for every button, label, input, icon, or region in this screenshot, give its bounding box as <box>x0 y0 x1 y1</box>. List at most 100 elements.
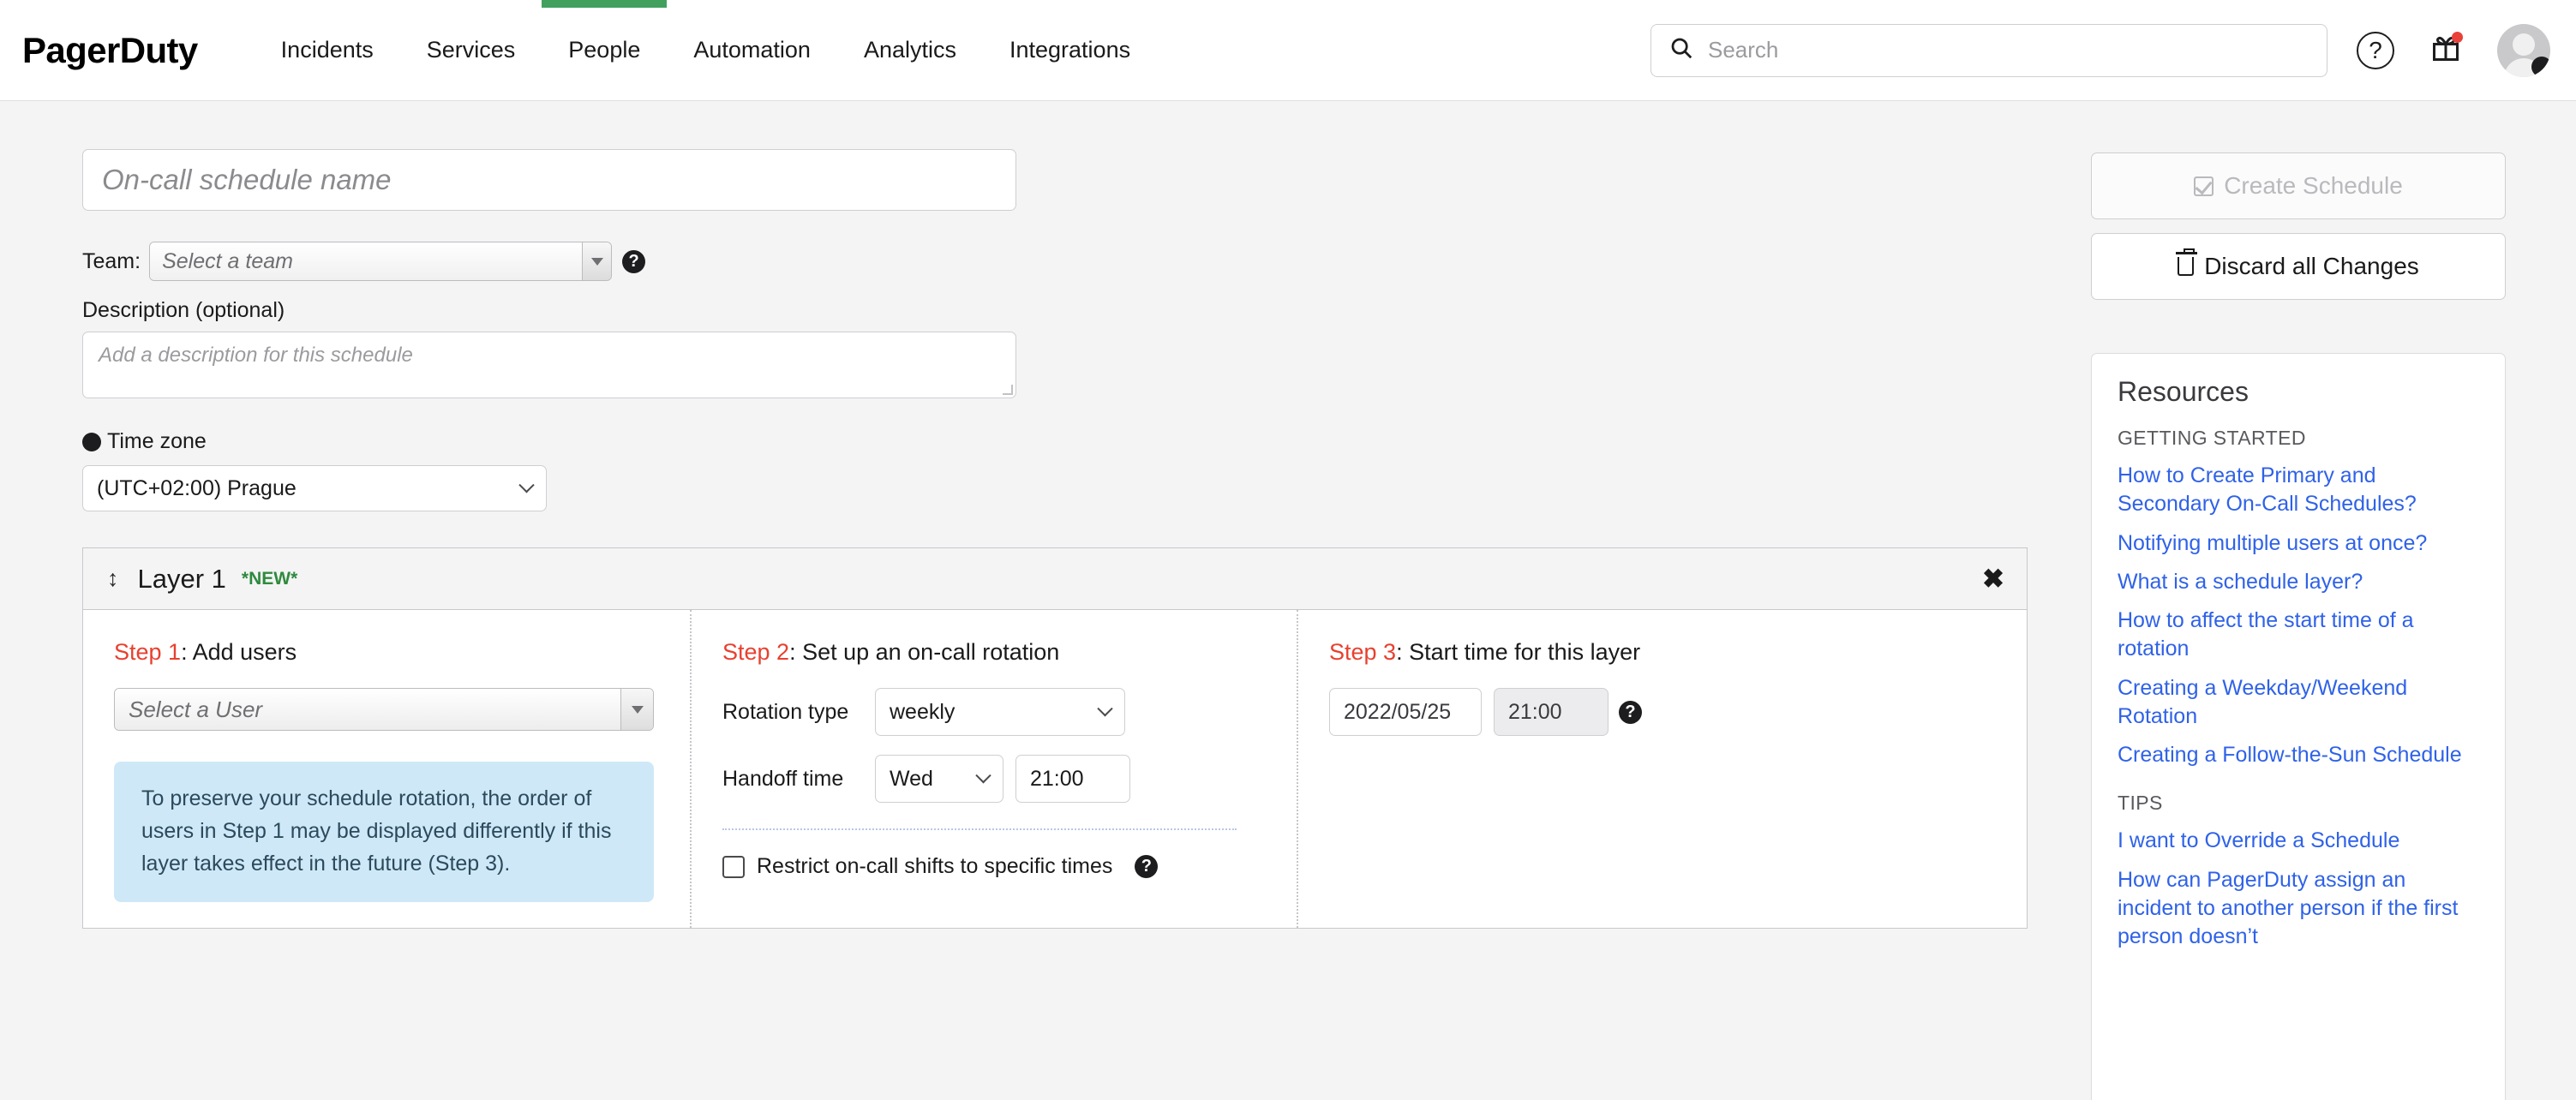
step-2-number: Step 2 <box>722 639 789 665</box>
create-schedule-label: Create Schedule <box>2224 172 2403 200</box>
user-select-value: Select a User <box>115 689 620 730</box>
help-button[interactable]: ? <box>2353 28 2398 73</box>
main-nav: Incidents Services People Automation Ana… <box>255 0 1157 101</box>
restrict-shifts-help-icon[interactable]: ? <box>1135 855 1158 878</box>
header-actions: Search ? <box>1650 24 2550 77</box>
nav-label: Automation <box>693 37 811 63</box>
pagerduty-logo[interactable]: PagerDuty <box>22 30 198 71</box>
notification-badge <box>2452 32 2463 43</box>
tip-link[interactable]: How can PagerDuty assign an incident to … <box>2118 866 2479 952</box>
handoff-day-select[interactable]: Wed <box>875 755 1003 803</box>
chevron-down-icon <box>518 477 534 493</box>
description-textarea[interactable]: Add a description for this schedule <box>82 332 1016 398</box>
nav-item-automation[interactable]: Automation <box>667 0 837 101</box>
layer-title: Layer 1 <box>138 564 226 595</box>
gift-button[interactable] <box>2423 28 2468 73</box>
nav-label: Services <box>427 37 516 63</box>
drag-handle-icon[interactable]: ↕ <box>107 567 119 590</box>
layer-header: ↕ Layer 1 *NEW* ✖ <box>83 548 2027 610</box>
step-1-title: Step 1: Add users <box>114 639 659 666</box>
search-input[interactable]: Search <box>1650 24 2327 77</box>
start-time-row: 2022/05/25 21:00 ? <box>1329 688 1996 736</box>
nav-item-people[interactable]: People <box>542 0 667 101</box>
search-placeholder: Search <box>1708 37 1778 63</box>
schedule-name-input[interactable]: On-call schedule name <box>82 149 1016 211</box>
layer-new-badge: *NEW* <box>242 569 297 589</box>
team-select[interactable]: Select a team <box>149 242 612 281</box>
avatar-status-dot <box>2531 57 2550 77</box>
search-icon <box>1668 35 1694 65</box>
rotation-type-row: Rotation type weekly <box>722 688 1266 736</box>
resource-link[interactable]: Creating a Follow-the-Sun Schedule <box>2118 741 2479 769</box>
step-2-column: Step 2: Set up an on-call rotation Rotat… <box>690 610 1297 928</box>
handoff-time-value: 21:00 <box>1030 767 1084 792</box>
trash-icon <box>2178 257 2194 276</box>
step-3-text: : Start time for this layer <box>1396 639 1640 665</box>
resource-link[interactable]: Creating a Weekday/Weekend Rotation <box>2118 674 2479 732</box>
rotation-type-select[interactable]: weekly <box>875 688 1125 736</box>
create-schedule-button[interactable]: Create Schedule <box>2091 152 2506 219</box>
discard-changes-button[interactable]: Discard all Changes <box>2091 233 2506 300</box>
resources-panel: Resources GETTING STARTED How to Create … <box>2091 353 2506 1100</box>
restrict-shifts-label: Restrict on-call shifts to specific time… <box>757 854 1112 879</box>
nav-label: Incidents <box>281 37 374 63</box>
tip-link[interactable]: I want to Override a Schedule <box>2118 827 2479 855</box>
step-3-number: Step 3 <box>1329 639 1396 665</box>
avatar-head <box>2513 33 2535 56</box>
nav-item-analytics[interactable]: Analytics <box>837 0 983 101</box>
resource-link[interactable]: How to affect the start time of a rotati… <box>2118 607 2479 664</box>
tips-label: TIPS <box>2118 792 2479 815</box>
start-date-value: 2022/05/25 <box>1344 700 1451 725</box>
step-1-text: : Add users <box>181 639 297 665</box>
chevron-down-icon <box>582 242 611 280</box>
step-1-column: Step 1: Add users Select a User To prese… <box>83 610 690 928</box>
chevron-down-icon <box>620 689 653 730</box>
description-label: Description (optional) <box>82 298 2091 323</box>
team-help-icon[interactable]: ? <box>622 250 645 273</box>
timezone-label: Time zone <box>107 429 207 454</box>
step-3-column: Step 3: Start time for this layer 2022/0… <box>1297 610 2027 928</box>
globe-icon <box>82 433 101 451</box>
schedule-layer-card: ↕ Layer 1 *NEW* ✖ Step 1: Add users Sele… <box>82 547 2028 929</box>
chevron-down-icon <box>975 768 991 783</box>
close-icon[interactable]: ✖ <box>1982 565 2004 592</box>
avatar[interactable] <box>2497 24 2550 77</box>
handoff-time-input[interactable]: 21:00 <box>1015 755 1130 803</box>
handoff-day-value: Wed <box>890 767 933 792</box>
layer-body: Step 1: Add users Select a User To prese… <box>83 610 2027 928</box>
question-circle-icon: ? <box>2357 32 2394 69</box>
rotation-order-callout: To preserve your schedule rotation, the … <box>114 762 654 902</box>
timezone-select[interactable]: (UTC+02:00) Prague <box>82 465 547 511</box>
discard-changes-label: Discard all Changes <box>2204 253 2419 280</box>
restrict-shifts-row: Restrict on-call shifts to specific time… <box>722 854 1266 879</box>
team-label: Team: <box>82 249 141 274</box>
getting-started-label: GETTING STARTED <box>2118 427 2479 450</box>
restrict-shifts-checkbox[interactable] <box>722 856 745 878</box>
nav-item-services[interactable]: Services <box>400 0 542 101</box>
handoff-time-row: Handoff time Wed 21:00 <box>722 755 1266 803</box>
resize-handle[interactable] <box>1003 385 1013 395</box>
nav-item-incidents[interactable]: Incidents <box>255 0 400 101</box>
resource-link[interactable]: Notifying multiple users at once? <box>2118 529 2479 558</box>
chevron-down-icon <box>1097 701 1112 716</box>
user-select[interactable]: Select a User <box>114 688 654 731</box>
team-select-value: Select a team <box>150 242 582 280</box>
start-time-input[interactable]: 21:00 <box>1494 688 1609 736</box>
resource-link[interactable]: How to Create Primary and Secondary On-C… <box>2118 462 2479 519</box>
start-time-help-icon[interactable]: ? <box>1619 701 1642 724</box>
resource-link[interactable]: What is a schedule layer? <box>2118 568 2479 596</box>
description-placeholder: Add a description for this schedule <box>99 344 413 367</box>
divider <box>722 828 1237 830</box>
nav-label: People <box>568 37 640 63</box>
top-navigation-bar: PagerDuty Incidents Services People Auto… <box>0 0 2576 101</box>
nav-item-integrations[interactable]: Integrations <box>983 0 1157 101</box>
timezone-label-row: Time zone <box>82 429 2091 454</box>
timezone-value: (UTC+02:00) Prague <box>97 476 297 501</box>
step-2-title: Step 2: Set up an on-call rotation <box>722 639 1266 666</box>
nav-label: Analytics <box>864 37 956 63</box>
team-row: Team: Select a team ? <box>82 242 2091 281</box>
rotation-type-value: weekly <box>890 700 955 725</box>
page-body: On-call schedule name Team: Select a tea… <box>0 101 2576 1100</box>
rotation-type-label: Rotation type <box>722 700 875 725</box>
start-date-input[interactable]: 2022/05/25 <box>1329 688 1482 736</box>
